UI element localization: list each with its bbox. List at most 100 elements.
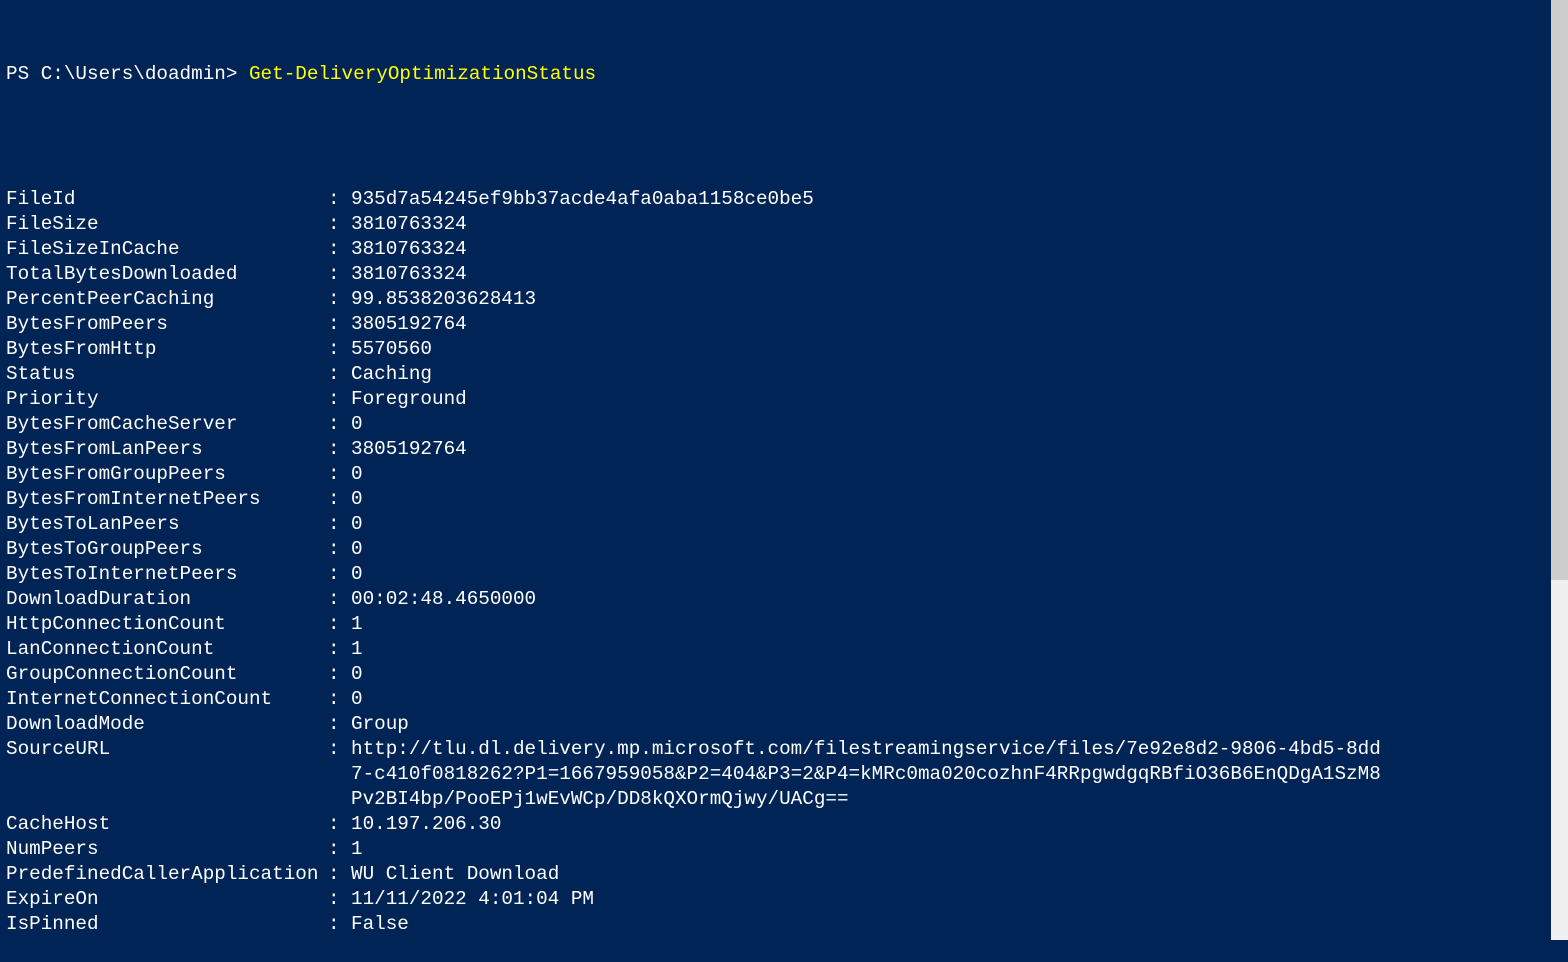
property-row: BytesToInternetPeers: 0	[6, 562, 1568, 587]
property-key: BytesFromInternetPeers	[6, 487, 328, 512]
property-value: 11/11/2022 4:01:04 PM	[351, 887, 594, 912]
property-row: FileSize: 3810763324	[6, 212, 1568, 237]
property-key: DownloadMode	[6, 712, 328, 737]
property-key: ExpireOn	[6, 887, 328, 912]
property-value: 3805192764	[351, 312, 467, 337]
property-row: Priority: Foreground	[6, 387, 1568, 412]
property-key: SourceURL	[6, 737, 328, 812]
property-value: 3810763324	[351, 237, 467, 262]
property-row: BytesFromPeers: 3805192764	[6, 312, 1568, 337]
property-separator: :	[328, 662, 351, 687]
property-key: HttpConnectionCount	[6, 612, 328, 637]
property-row: BytesToLanPeers: 0	[6, 512, 1568, 537]
property-row: FileSizeInCache: 3810763324	[6, 237, 1568, 262]
property-key: NumPeers	[6, 837, 328, 862]
property-separator: :	[328, 862, 351, 887]
property-separator: :	[328, 737, 351, 812]
property-value: 0	[351, 662, 363, 687]
property-key: BytesToLanPeers	[6, 512, 328, 537]
property-row: ExpireOn: 11/11/2022 4:01:04 PM	[6, 887, 1568, 912]
property-separator: :	[328, 337, 351, 362]
property-row: BytesFromCacheServer: 0	[6, 412, 1568, 437]
property-value: Foreground	[351, 387, 467, 412]
property-row: LanConnectionCount: 1	[6, 637, 1568, 662]
property-row: DownloadMode: Group	[6, 712, 1568, 737]
property-row: SourceURL: http://tlu.dl.delivery.mp.mic…	[6, 737, 1568, 812]
property-separator: :	[328, 312, 351, 337]
property-key: BytesFromGroupPeers	[6, 462, 328, 487]
property-row: BytesToGroupPeers: 0	[6, 537, 1568, 562]
property-separator: :	[328, 887, 351, 912]
property-value: 5570560	[351, 337, 432, 362]
property-separator: :	[328, 637, 351, 662]
property-row: BytesFromInternetPeers: 0	[6, 487, 1568, 512]
property-row: TotalBytesDownloaded: 3810763324	[6, 262, 1568, 287]
property-key: BytesFromLanPeers	[6, 437, 328, 462]
property-value: 0	[351, 562, 363, 587]
property-value: 0	[351, 462, 363, 487]
property-value: Caching	[351, 362, 432, 387]
property-key: BytesToInternetPeers	[6, 562, 328, 587]
property-key: FileSize	[6, 212, 328, 237]
property-value: 935d7a54245ef9bb37acde4afa0aba1158ce0be5	[351, 187, 814, 212]
property-value: 0	[351, 537, 363, 562]
property-separator: :	[328, 912, 351, 937]
property-separator: :	[328, 462, 351, 487]
property-value: 3810763324	[351, 262, 467, 287]
property-key: PredefinedCallerApplication	[6, 862, 328, 887]
property-row: FileId: 935d7a54245ef9bb37acde4afa0aba11…	[6, 187, 1568, 212]
property-separator: :	[328, 562, 351, 587]
property-row: IsPinned: False	[6, 912, 1568, 937]
property-value: 00:02:48.4650000	[351, 587, 536, 612]
property-value: 3810763324	[351, 212, 467, 237]
property-value: 0	[351, 687, 363, 712]
property-separator: :	[328, 812, 351, 837]
property-key: GroupConnectionCount	[6, 662, 328, 687]
property-value: 1	[351, 837, 363, 862]
property-key: BytesFromHttp	[6, 337, 328, 362]
terminal-output[interactable]: PS C:\Users\doadmin> Get-DeliveryOptimiz…	[0, 0, 1568, 962]
property-key: FileId	[6, 187, 328, 212]
property-value: 0	[351, 512, 363, 537]
property-separator: :	[328, 362, 351, 387]
scrollbar-thumb[interactable]	[1551, 0, 1568, 580]
property-separator: :	[328, 537, 351, 562]
property-separator: :	[328, 487, 351, 512]
command-text: Get-DeliveryOptimizationStatus	[249, 63, 596, 85]
property-key: CacheHost	[6, 812, 328, 837]
property-key: DownloadDuration	[6, 587, 328, 612]
property-value: WU Client Download	[351, 862, 559, 887]
property-separator: :	[328, 262, 351, 287]
property-separator: :	[328, 437, 351, 462]
property-key: InternetConnectionCount	[6, 687, 328, 712]
scrollbar-vertical[interactable]	[1551, 0, 1568, 940]
property-value: http://tlu.dl.delivery.mp.microsoft.com/…	[351, 737, 1391, 812]
property-row: DownloadDuration: 00:02:48.4650000	[6, 587, 1568, 612]
prompt-text: PS C:\Users\doadmin>	[6, 63, 249, 85]
property-separator: :	[328, 687, 351, 712]
property-key: Priority	[6, 387, 328, 412]
property-separator: :	[328, 212, 351, 237]
property-row: HttpConnectionCount: 1	[6, 612, 1568, 637]
property-value: 0	[351, 487, 363, 512]
property-row: Status: Caching	[6, 362, 1568, 387]
property-separator: :	[328, 387, 351, 412]
property-separator: :	[328, 287, 351, 312]
property-key: TotalBytesDownloaded	[6, 262, 328, 287]
property-value: False	[351, 912, 409, 937]
property-separator: :	[328, 412, 351, 437]
property-key: BytesFromCacheServer	[6, 412, 328, 437]
property-separator: :	[328, 587, 351, 612]
property-row: BytesFromGroupPeers: 0	[6, 462, 1568, 487]
property-key: Status	[6, 362, 328, 387]
property-value: 1	[351, 637, 363, 662]
property-value: Group	[351, 712, 409, 737]
property-separator: :	[328, 837, 351, 862]
property-key: FileSizeInCache	[6, 237, 328, 262]
property-separator: :	[328, 612, 351, 637]
property-value: 99.8538203628413	[351, 287, 536, 312]
property-row: PredefinedCallerApplication: WU Client D…	[6, 862, 1568, 887]
property-value: 1	[351, 612, 363, 637]
property-key: PercentPeerCaching	[6, 287, 328, 312]
property-separator: :	[328, 512, 351, 537]
